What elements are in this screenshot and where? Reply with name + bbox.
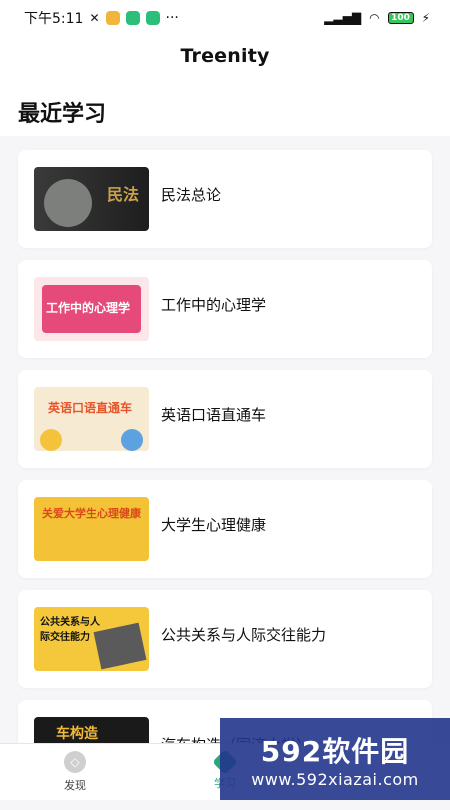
course-thumbnail: 工作中的心理学	[34, 277, 149, 341]
thumbnail-text: 车构造	[56, 726, 98, 742]
section-title-text: 最近学习	[18, 102, 107, 127]
app-title: Treenity	[180, 45, 270, 67]
notification-app-icon	[105, 11, 120, 25]
status-left: 下午5:11 ✕ ···	[24, 8, 179, 28]
watermark-brand: 592软件园	[260, 734, 410, 768]
status-time: 下午5:11	[24, 11, 84, 27]
course-card[interactable]: 公共关系与人际交往能力 公共关系与人际交往能力	[18, 590, 432, 688]
course-title: 工作中的心理学	[161, 295, 267, 314]
thumbnail-text: 关爱大学生心理健康	[42, 507, 141, 520]
watermark-logo: 592软件园 www.592xiazai.com	[220, 718, 450, 800]
status-bar: 下午5:11 ✕ ··· ▂▃▅▇ ◠ 100 ⚡	[0, 0, 450, 36]
battery-icon: 100	[387, 12, 414, 24]
wifi-icon: ◠	[369, 11, 380, 25]
section-title: 最近学习	[0, 76, 450, 136]
course-card[interactable]: 英语口语直通车 英语口语直通车	[18, 370, 432, 468]
thumbnail-text: 公共关系与人际交往能力	[40, 617, 100, 643]
course-title: 民法总论	[161, 185, 222, 204]
compass-icon: ◇	[64, 751, 86, 773]
course-title: 英语口语直通车	[161, 405, 267, 424]
more-notifications-icon: ···	[165, 10, 179, 26]
app-bar: Treenity	[0, 36, 450, 76]
course-thumbnail: 公共关系与人际交往能力	[34, 607, 149, 671]
course-thumbnail: 英语口语直通车	[34, 387, 149, 451]
watermark-url: www.592xiazai.com	[251, 769, 419, 789]
thumbnail-text: 工作中的心理学	[46, 301, 131, 315]
status-right: ▂▃▅▇ ◠ 100 ⚡	[324, 11, 430, 25]
signal-icon: ▂▃▅▇	[324, 11, 362, 25]
course-list: 民法 民法总论 工作中的心理学 工作中的心理学 英语口语直通车 英语口语直通车 …	[18, 150, 432, 810]
thumbnail-text: 民法	[106, 185, 139, 204]
notification-app-icon	[125, 11, 140, 25]
thumbnail-text: 英语口语直通车	[48, 401, 133, 415]
tab-discover[interactable]: ◇ 发现	[0, 744, 150, 800]
course-thumbnail: 民法	[34, 167, 149, 231]
mute-icon: ✕	[89, 11, 100, 25]
charging-icon: ⚡	[421, 11, 430, 25]
course-title: 大学生心理健康	[161, 515, 267, 534]
tab-label: 发现	[64, 779, 86, 792]
course-title: 公共关系与人际交往能力	[161, 625, 327, 644]
course-card[interactable]: 关爱大学生心理健康 大学生心理健康	[18, 480, 432, 578]
notification-app-icon	[145, 11, 160, 25]
course-thumbnail: 关爱大学生心理健康	[34, 497, 149, 561]
course-card[interactable]: 民法 民法总论	[18, 150, 432, 248]
course-card[interactable]: 工作中的心理学 工作中的心理学	[18, 260, 432, 358]
